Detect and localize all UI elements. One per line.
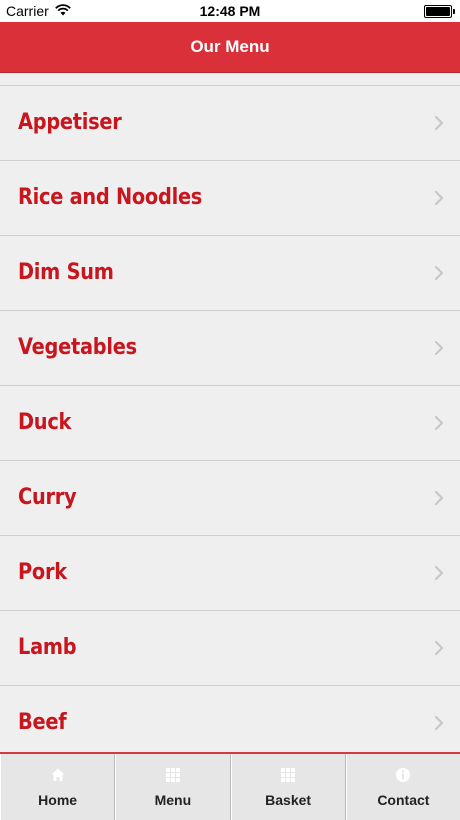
menu-item-curry[interactable]: Curry: [0, 461, 460, 536]
home-icon: [51, 768, 65, 781]
menu-item-duck[interactable]: Duck: [0, 386, 460, 461]
tab-label: Basket: [265, 792, 312, 808]
chevron-right-icon: [434, 640, 444, 656]
menu-item-beef[interactable]: Beef: [0, 686, 460, 753]
tab-home[interactable]: Home: [0, 754, 116, 820]
tab-menu[interactable]: Menu: [115, 754, 231, 820]
chevron-right-icon: [434, 340, 444, 356]
menu-item-label: Vegetables: [18, 335, 137, 360]
tab-contact[interactable]: Contact: [345, 754, 460, 820]
page-title: Our Menu: [190, 37, 270, 56]
chevron-right-icon: [434, 715, 444, 731]
menu-item-label: Dim Sum: [18, 260, 114, 285]
chevron-right-icon: [434, 265, 444, 281]
chevron-right-icon: [434, 415, 444, 431]
tab-bar: Home Menu Basket Contact: [0, 752, 460, 820]
menu-item-lamb[interactable]: Lamb: [0, 611, 460, 686]
chevron-right-icon: [434, 565, 444, 581]
info-icon: [396, 768, 411, 782]
chevron-right-icon: [434, 490, 444, 506]
grid-icon: [165, 768, 180, 782]
menu-item-label: Beef: [18, 710, 67, 735]
navigation-bar: Our Menu: [0, 22, 460, 73]
chevron-right-icon: [434, 115, 444, 131]
menu-item-label: Appetiser: [18, 110, 122, 135]
menu-item-pork[interactable]: Pork: [0, 536, 460, 611]
menu-item-label: Duck: [18, 410, 72, 435]
tab-label: Menu: [154, 792, 192, 808]
menu-item-label: Pork: [18, 560, 67, 585]
tab-label: Home: [38, 792, 78, 808]
menu-item-label: Curry: [18, 485, 77, 510]
clock-time: 12:48 PM: [199, 3, 261, 19]
chevron-right-icon: [434, 190, 444, 206]
menu-item-dim-sum[interactable]: Dim Sum: [0, 236, 460, 311]
tab-basket[interactable]: Basket: [230, 754, 346, 820]
status-bar: Carrier 12:48 PM: [0, 0, 460, 22]
grid-icon: [281, 768, 296, 782]
menu-item-label: Lamb: [18, 635, 77, 660]
menu-item-vegetables[interactable]: Vegetables: [0, 311, 460, 386]
menu-item-appetiser[interactable]: Appetiser: [0, 86, 460, 161]
menu-category-list: Appetiser Rice and Noodles Dim Sum Veget…: [0, 85, 460, 753]
menu-item-rice-and-noodles[interactable]: Rice and Noodles: [0, 161, 460, 236]
menu-item-label: Rice and Noodles: [18, 185, 203, 210]
battery-icon: [424, 5, 455, 18]
tab-label: Contact: [377, 792, 430, 808]
